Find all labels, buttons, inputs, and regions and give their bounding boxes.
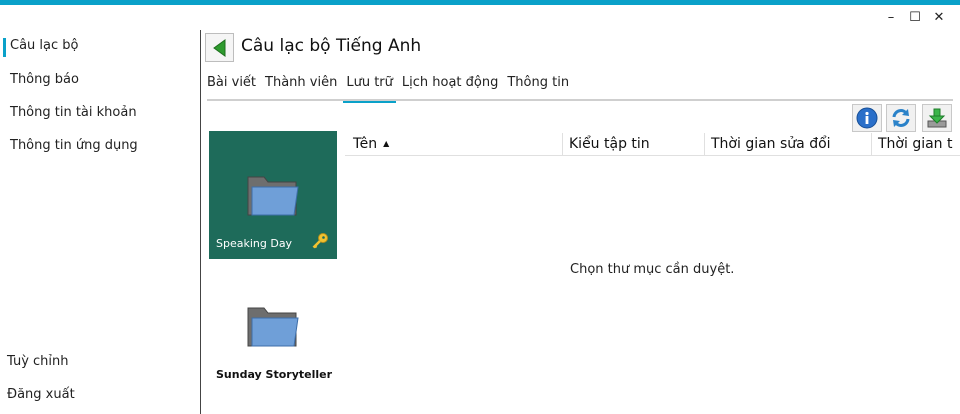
column-modified-time[interactable]: Thời gian sửa đổi [711,133,831,155]
tab-thanh-vien[interactable]: Thành viên [265,75,337,97]
info-button[interactable] [852,104,882,132]
window-accent-bar [0,0,960,5]
folder-name: Sunday Storyteller [216,368,333,381]
tab-bar: Bài viết Thành viên Lưu trữ Lịch hoạt độ… [207,75,578,103]
column-label: Tên [353,136,378,152]
column-name[interactable]: Tên ▲ [353,133,389,155]
folder-tile-sunday-storyteller[interactable]: Sunday Storyteller [209,262,337,390]
sort-ascending-icon: ▲ [383,139,390,148]
folder-tile-speaking-day[interactable]: Speaking Day [209,131,337,259]
tab-divider [207,99,953,101]
back-arrow-icon [212,38,225,57]
tab-lich-hoat-dong[interactable]: Lịch hoạt động [402,75,498,97]
sidebar-item-tuy-chinh[interactable]: Tuỳ chỉnh [7,354,69,369]
sidebar-item-cau-lac-bo[interactable]: Câu lạc bộ [2,38,78,57]
tab-luu-tru[interactable]: Lưu trữ [343,75,396,103]
folder-icon [247,307,299,347]
page-title: Câu lạc bộ Tiếng Anh [241,36,422,56]
sidebar-item-thong-tin-ung-dung[interactable]: Thông tin ứng dụng [10,138,138,153]
folder-icon [247,176,299,216]
file-table-header: Tên ▲ Kiểu tập tin Thời gian sửa đổi Thời… [345,133,960,156]
maximize-button[interactable]: ☐ [906,9,924,25]
empty-state-message: Chọn thư mục cần duyệt. [570,262,735,277]
back-button[interactable] [205,33,234,62]
refresh-icon [892,109,910,127]
refresh-button[interactable] [886,104,916,132]
tab-bai-viet[interactable]: Bài viết [207,75,256,97]
column-separator[interactable] [871,133,872,155]
sidebar-item-dang-xuat[interactable]: Đăng xuất [7,387,75,402]
column-time-truncated[interactable]: Thời gian t [878,133,953,155]
column-separator[interactable] [562,133,563,155]
download-button[interactable] [922,104,952,132]
tab-thong-tin[interactable]: Thông tin [507,75,569,97]
folder-name: Speaking Day [216,237,293,250]
column-file-type[interactable]: Kiểu tập tin [569,133,650,155]
download-icon [927,108,947,128]
close-button[interactable]: ✕ [930,9,948,25]
sidebar-item-thong-tin-tai-khoan[interactable]: Thông tin tài khoản [10,105,137,120]
window-controls: – ☐ ✕ [882,9,948,25]
key-icon [312,233,328,249]
sidebar-item-thong-bao[interactable]: Thông báo [10,72,79,87]
column-separator[interactable] [704,133,705,155]
info-icon [856,107,878,129]
minimize-button[interactable]: – [882,9,900,25]
